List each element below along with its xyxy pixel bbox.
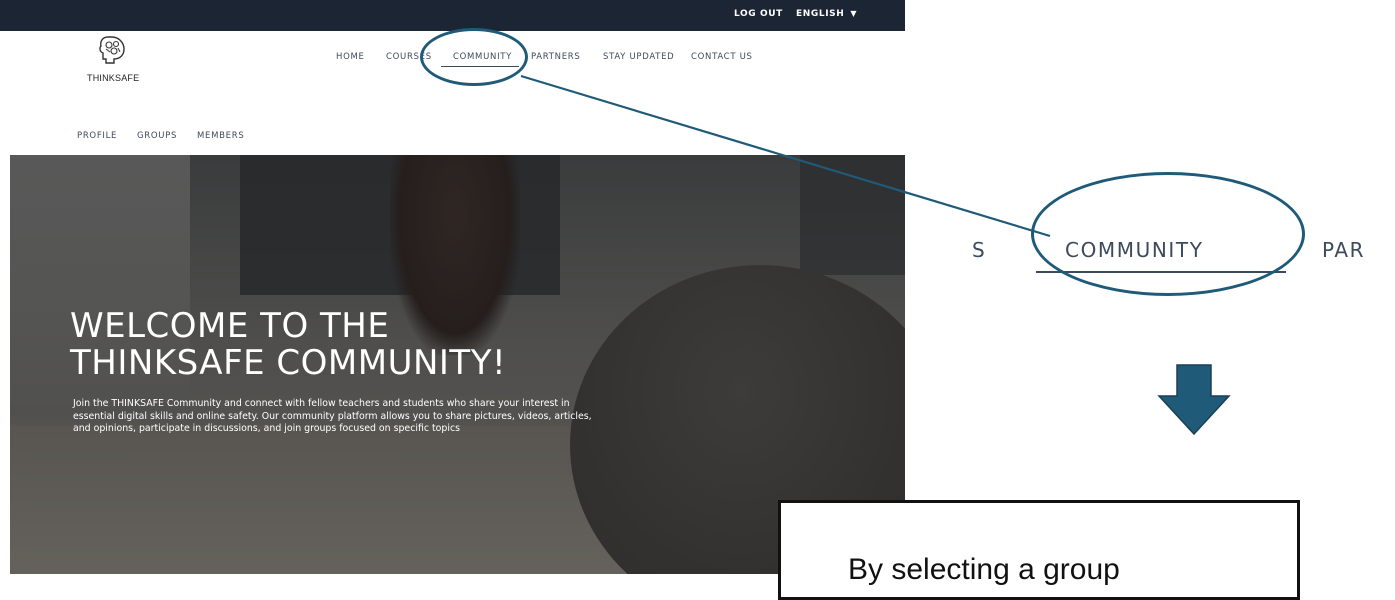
subnav-item-profile[interactable]: PROFILE [77, 131, 117, 141]
logout-link[interactable]: LOG OUT [734, 9, 783, 19]
down-arrow-icon [1157, 364, 1231, 436]
logo[interactable]: THINKSAFE [84, 33, 144, 93]
website-screenshot: LOG OUT ENGLISH ▼ THINKSAFE HOME COURSES … [0, 0, 905, 574]
brain-head-icon [99, 36, 125, 64]
zoom-left-fragment: S [972, 238, 986, 262]
hero-title-line-2: THINKSAFE COMMUNITY! [70, 343, 507, 383]
hero-title: WELCOME TO THE THINKSAFE COMMUNITY! [70, 308, 630, 382]
caret-down-icon: ▼ [850, 9, 858, 18]
nav-item-partners[interactable]: PARTNERS [531, 52, 581, 62]
hero-title-line-1: WELCOME TO THE [70, 306, 390, 346]
zoom-panel: S COMMUNITY PAR [905, 0, 1395, 574]
logo-name: THINKSAFE [87, 73, 140, 83]
nav-item-contact-us[interactable]: CONTACT US [691, 52, 753, 62]
top-bar: LOG OUT ENGLISH ▼ [0, 0, 905, 31]
nav-item-stay-updated[interactable]: STAY UPDATED [603, 52, 674, 62]
zoom-right-fragment: PAR [1322, 238, 1366, 262]
subnav-item-members[interactable]: MEMBERS [197, 131, 244, 141]
instruction-callout: By selecting a group [778, 500, 1300, 600]
language-label: ENGLISH [796, 9, 845, 19]
hero-banner: WELCOME TO THE THINKSAFE COMMUNITY! Join… [10, 155, 905, 574]
nav-item-home[interactable]: HOME [336, 52, 365, 62]
callout-text: By selecting a group [848, 553, 1120, 586]
subnav-item-groups[interactable]: GROUPS [137, 131, 177, 141]
highlight-ellipse-small [420, 28, 528, 86]
language-selector[interactable]: ENGLISH ▼ [796, 9, 857, 19]
highlight-ellipse-large [1031, 172, 1305, 296]
hero-description: Join the THINKSAFE Community and connect… [73, 398, 592, 434]
